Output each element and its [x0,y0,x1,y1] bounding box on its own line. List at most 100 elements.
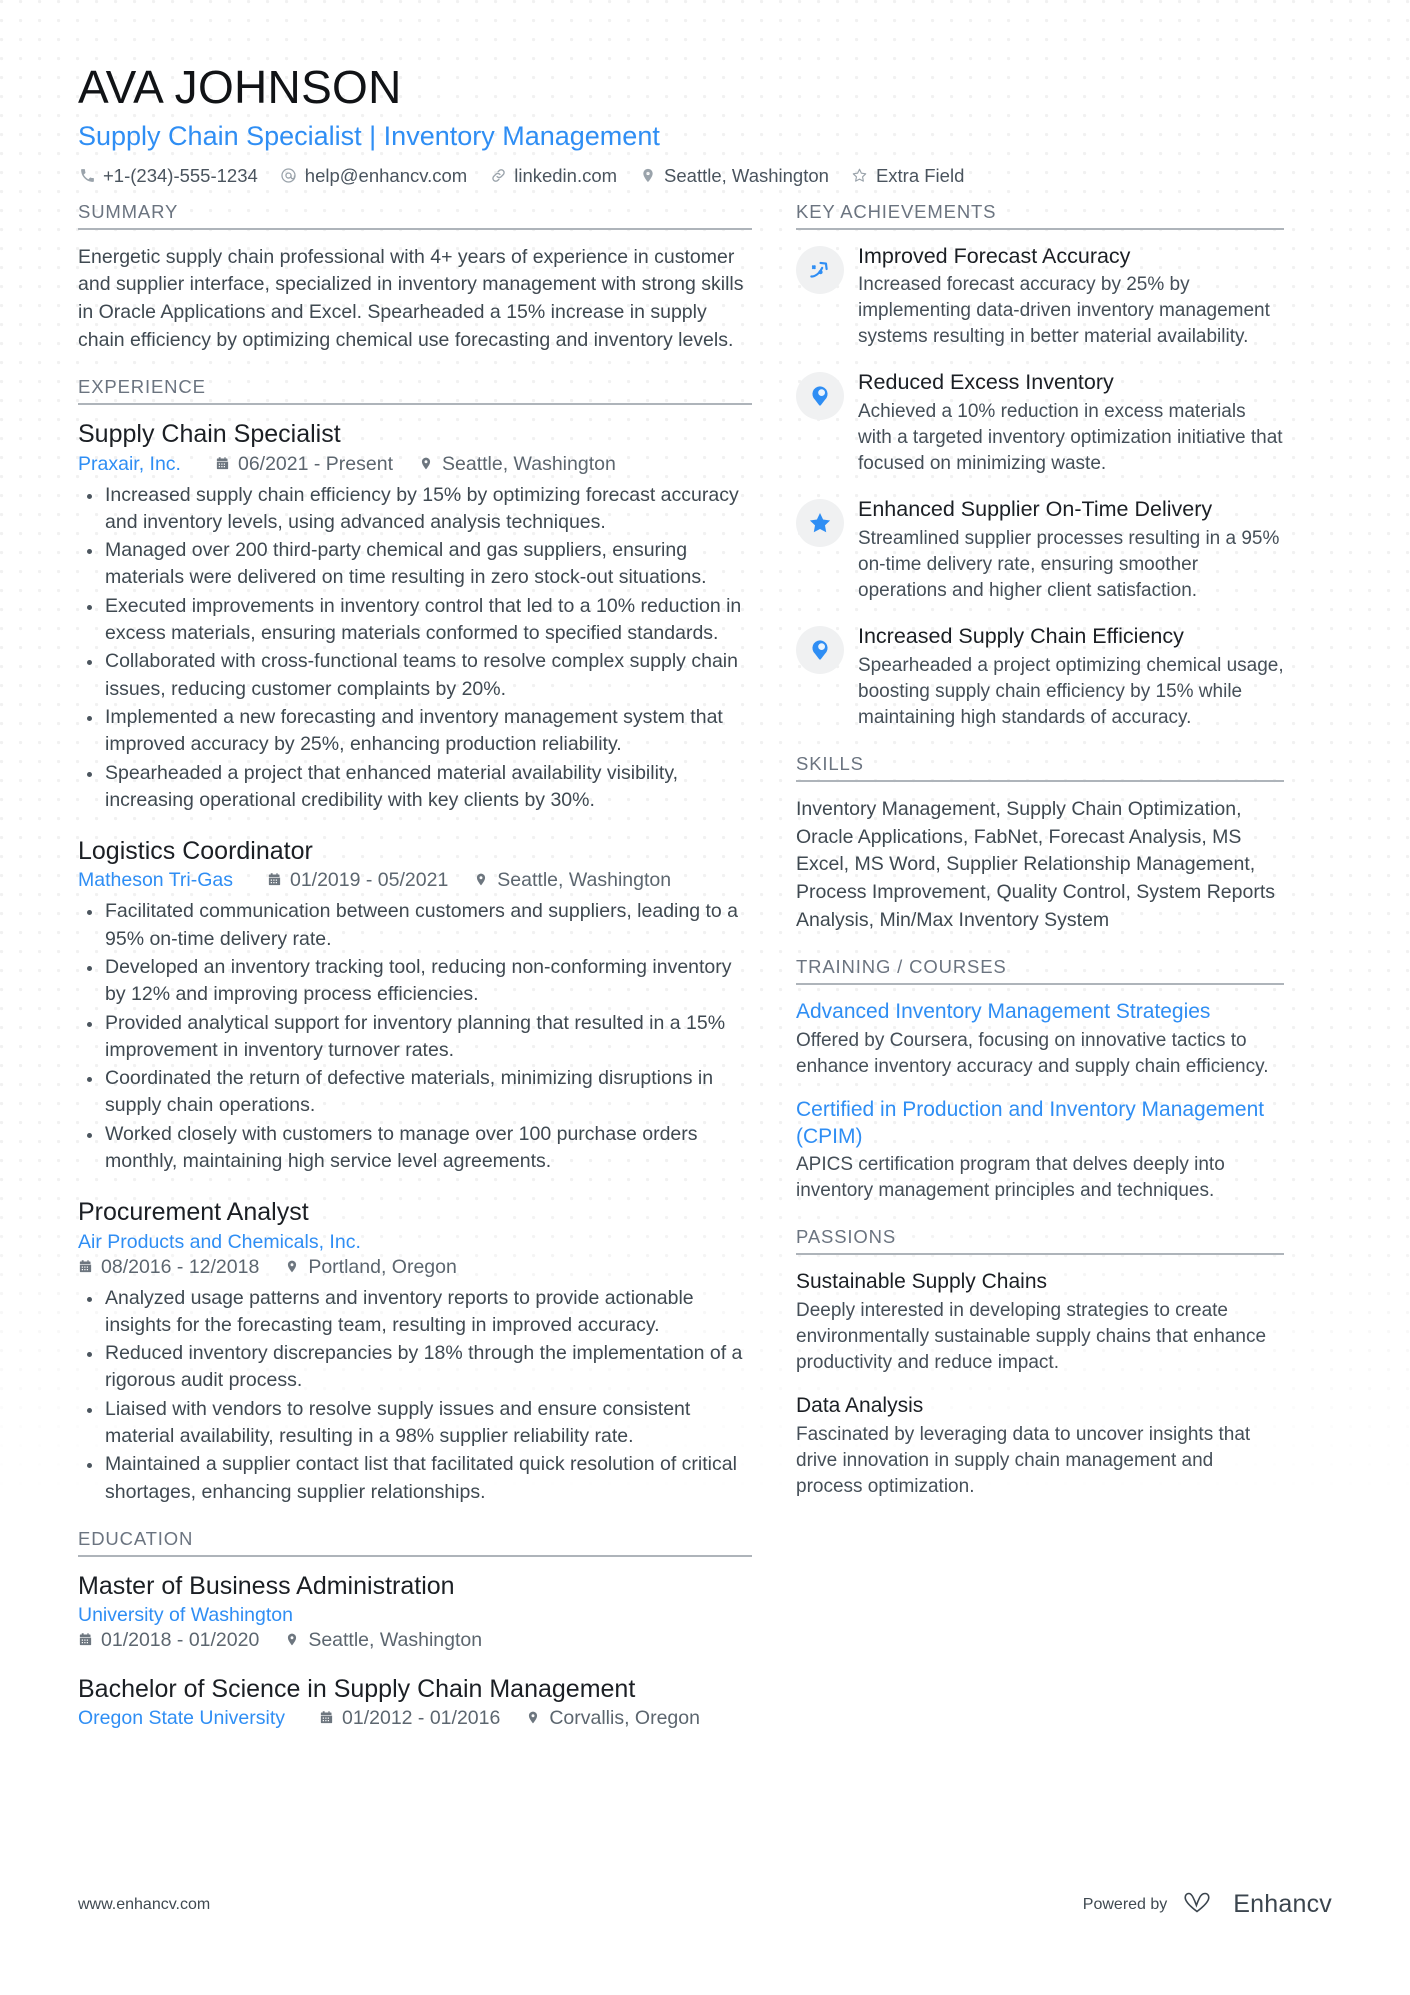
education-entry-location-text: Seattle, Washington [308,1629,483,1652]
experience-bullet: Reduced inventory discrepancies by 18% t… [78,1340,752,1395]
experience-bullet: Facilitated communication between custom… [78,898,752,953]
training-item-description: APICS certification program that delves … [796,1154,1225,1202]
enhancv-mark-icon [1183,1889,1223,1920]
left-column: SUMMARY Energetic supply chain professio… [78,201,796,1753]
education-entry-location: Corvallis, Oregon [526,1707,700,1730]
contact-location-text: Seattle, Washington [664,164,829,186]
section-title-passions: PASSIONS [796,1226,1284,1256]
passions-item: Sustainable Supply Chains Deeply interest… [796,1269,1284,1376]
education-entry-meta: Oregon State University 01/2012 - 01/2016… [78,1707,752,1730]
contact-location: Seattle, Washington [639,165,829,187]
experience-entry: Supply Chain Specialist Praxair, Inc. 06/2… [78,419,752,814]
experience-entry-dates: 01/2019 - 05/2021 [267,869,448,892]
education-entry-meta: 01/2018 - 01/2020 Seattle, Washington [78,1629,752,1652]
education-entry-dates: 01/2018 - 01/2020 [78,1629,259,1652]
section-title-skills: SKILLS [796,753,1284,782]
page-footer: www.enhancv.com Powered by Enhancv [78,1889,1332,1920]
phone-icon [78,167,96,185]
education-entry-organization[interactable]: Oregon State University [78,1707,285,1730]
experience-entry-location: Seattle, Washington [419,453,616,476]
training-item-title[interactable]: Advanced Inventory Management Strategies [796,999,1284,1026]
calendar-icon [78,1259,94,1274]
section-education: EDUCATION Master of Business Administrat… [78,1528,752,1731]
resume-columns: SUMMARY Energetic supply chain professio… [78,201,1332,1753]
contact-phone-text: +1-(234)-555-1234 [103,164,258,186]
achievement-description: Streamlined supplier processes resulting… [858,528,1280,602]
passions-item-description: Deeply interested in developing strategi… [796,1300,1267,1374]
experience-bullet: Managed over 200 third-party chemical an… [78,537,752,592]
contact-link[interactable]: linkedin.com [489,165,617,187]
achievement-item: Improved Forecast Accuracy Increased fore… [796,244,1284,351]
experience-entry-organization[interactable]: Air Products and Chemicals, Inc. [78,1231,361,1254]
training-list: Advanced Inventory Management Strategies… [796,999,1284,1204]
link-icon [489,167,507,185]
skills-text: Inventory Management, Supply Chain Optim… [796,797,1275,931]
resume-content: AVA JOHNSON Supply Chain Specialist | In… [0,0,1410,1752]
experience-bullet: Liaised with vendors to resolve supply i… [78,1396,752,1451]
calendar-icon [215,456,231,471]
location-icon [285,1259,301,1274]
contact-email[interactable]: help@enhancv.com [280,165,467,187]
location-icon [526,1710,542,1725]
experience-bullet: Analyzed usage patterns and inventory re… [78,1285,752,1340]
contact-row: +1-(234)-555-1234 help@enhancv.com linke… [78,165,1332,187]
experience-entry-title: Supply Chain Specialist [78,420,341,449]
achievement-body: Improved Forecast Accuracy Increased fore… [858,244,1284,351]
footer-branding: Powered by Enhancv [1083,1889,1332,1920]
achievement-item: Enhanced Supplier On-Time Delivery Stream… [796,497,1284,604]
footer-website-url[interactable]: www.enhancv.com [78,1896,210,1914]
education-entry-dates-text: 01/2012 - 01/2016 [342,1707,501,1730]
footer-powered-by-label: Powered by [1082,1895,1168,1913]
education-entry-dates: 01/2012 - 01/2016 [319,1707,500,1730]
section-title-summary: SUMMARY [78,201,752,230]
education-entry-title: Master of Business Administration [78,1571,455,1600]
experience-bullet: Implemented a new forecasting and invent… [78,704,752,759]
section-title-education: EDUCATION [78,1528,752,1557]
achievement-body: Enhanced Supplier On-Time Delivery Stream… [858,497,1284,604]
experience-entry-title: Logistics Coordinator [78,837,313,866]
section-key-achievements: KEY ACHIEVEMENTS Improved Forecast Accur… [796,201,1284,731]
calendar-icon [319,1710,335,1725]
trending-up-icon [796,245,844,294]
contact-phone[interactable]: +1-(234)-555-1234 [78,165,258,187]
education-entry-dates-text: 01/2018 - 01/2020 [101,1629,260,1652]
achievement-body: Increased Supply Chain Efficiency Spearhe… [858,624,1284,731]
experience-entry-dates: 08/2016 - 12/2018 [78,1256,259,1279]
experience-entry-dates-text: 06/2021 - Present [237,452,393,475]
experience-entry-organization[interactable]: Praxair, Inc. [78,453,181,476]
contact-extra-field: Extra Field [851,165,964,187]
education-entry: Bachelor of Science in Supply Chain Mana… [78,1674,752,1730]
contact-link-text: linkedin.com [514,164,618,186]
candidate-headline: Supply Chain Specialist | Inventory Mana… [78,120,660,151]
education-entry-list: Master of Business Administration Univers… [78,1571,752,1731]
education-entry-location: Seattle, Washington [285,1629,482,1652]
experience-bullet: Maintained a supplier contact list that … [78,1451,752,1506]
experience-entry: Logistics Coordinator Matheson Tri-Gas 01/… [78,836,752,1175]
section-experience: EXPERIENCE Supply Chain Specialist Praxai… [78,376,752,1506]
training-item-title[interactable]: Certified in Production and Inventory Ma… [796,1097,1284,1150]
achievement-list: Improved Forecast Accuracy Increased fore… [796,244,1284,731]
education-entry-organization[interactable]: University of Washington [78,1604,293,1627]
pin-icon [796,626,844,675]
achievement-title: Increased Supply Chain Efficiency [858,624,1184,649]
experience-bullet: Provided analytical support for inventor… [78,1010,752,1065]
star-filled-icon [796,499,844,548]
passions-item: Data Analysis Fascinated by leveraging da… [796,1393,1284,1500]
contact-extra-field-text: Extra Field [875,164,965,186]
experience-entry-location: Seattle, Washington [474,869,671,892]
experience-entry-location-text: Seattle, Washington [497,869,672,892]
location-icon [474,872,490,887]
location-icon [639,167,657,185]
section-title-experience: EXPERIENCE [78,376,752,406]
experience-entry-organization[interactable]: Matheson Tri-Gas [78,869,233,892]
experience-entry: Procurement Analyst Air Products and Chem… [78,1197,752,1506]
enhancv-brand-name: Enhancv [1233,1890,1332,1918]
section-training-courses: TRAINING / COURSES Advanced Inventory Ma… [796,956,1284,1204]
experience-bullet: Worked closely with customers to manage … [78,1121,752,1176]
experience-entry-bullets: Facilitated communication between custom… [78,898,752,1175]
experience-entry-location: Portland, Oregon [285,1256,457,1279]
achievement-item: Increased Supply Chain Efficiency Spearhe… [796,624,1284,731]
education-entry-org-line: University of Washington [78,1604,752,1627]
experience-entry-org-line: Air Products and Chemicals, Inc. [78,1231,752,1254]
achievement-description: Increased forecast accuracy by 25% by im… [858,274,1270,348]
